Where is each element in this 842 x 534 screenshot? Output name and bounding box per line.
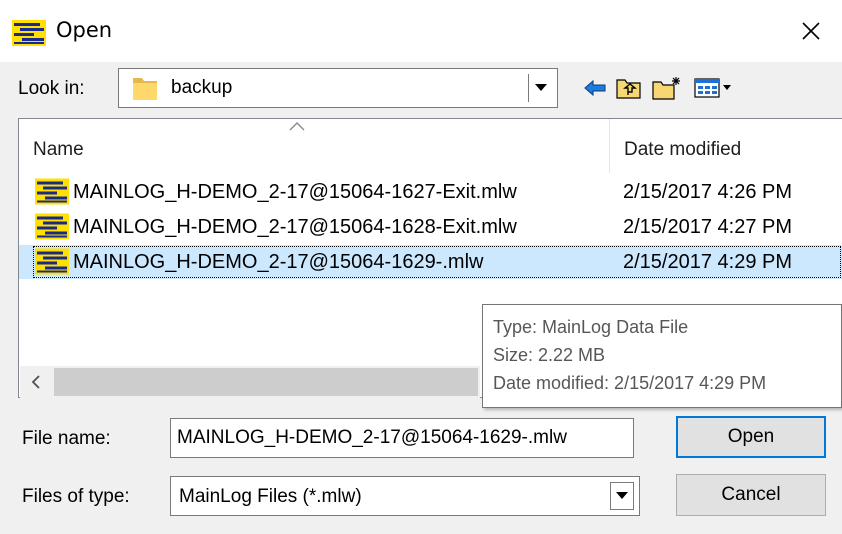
chevron-down-icon [616, 492, 628, 499]
title-bar: Open [0, 0, 842, 62]
filename-field[interactable] [170, 418, 634, 458]
filetype-value: MainLog Files (*.mlw) [179, 486, 362, 507]
tooltip-type: Type: MainLog Data File [493, 317, 689, 337]
scroll-left-button[interactable] [20, 366, 52, 398]
mainlog-file-icon [35, 248, 69, 275]
filetype-dropdown[interactable]: MainLog Files (*.mlw) [170, 476, 640, 516]
folder-up-icon [616, 79, 641, 99]
lookin-dropdown-arrow[interactable] [528, 74, 552, 102]
file-info-tooltip: Type: MainLog Data File Size: 2.22 MB Da… [482, 304, 842, 408]
window-title: Open [56, 18, 113, 42]
arrow-left-icon [584, 79, 606, 97]
file-date: 2/15/2017 4:27 PM [623, 216, 793, 238]
file-name: MAINLOG_H-DEMO_2-17@15064-1629-.mlw [73, 251, 484, 273]
lookin-label: Look in: [18, 78, 85, 99]
filename-label: File name: [22, 428, 111, 449]
file-date: 2/15/2017 4:26 PM [623, 181, 793, 203]
close-icon [802, 22, 820, 40]
scrollbar-thumb[interactable] [54, 368, 478, 396]
column-header-name[interactable]: Name [19, 119, 609, 173]
file-name: MAINLOG_H-DEMO_2-17@15064-1627-Exit.mlw [73, 181, 517, 203]
mainlog-file-icon [35, 213, 69, 240]
lookin-value: backup [171, 77, 233, 98]
chevron-left-icon [31, 375, 40, 389]
open-button[interactable]: Open [676, 416, 826, 458]
horizontal-scrollbar[interactable] [20, 366, 480, 398]
new-folder-button[interactable] [650, 74, 684, 102]
tooltip-date: Date modified: 2/15/2017 4:29 PM [493, 373, 767, 393]
mainlog-app-icon [12, 20, 46, 46]
sort-ascending-icon [289, 122, 305, 131]
file-date: 2/15/2017 4:29 PM [623, 251, 793, 273]
back-button[interactable] [580, 74, 610, 102]
up-folder-button[interactable] [614, 74, 644, 102]
new-folder-icon [652, 77, 680, 100]
filetype-label: Files of type: [22, 486, 130, 507]
filetype-dropdown-arrow[interactable] [610, 482, 634, 510]
column-header-date-modified[interactable]: Date modified [609, 119, 842, 173]
file-name: MAINLOG_H-DEMO_2-17@15064-1628-Exit.mlw [73, 216, 517, 238]
lookin-dropdown[interactable]: backup [118, 68, 558, 108]
close-button[interactable] [788, 8, 834, 54]
mainlog-file-icon [35, 178, 69, 205]
view-menu-button[interactable] [692, 74, 736, 102]
filename-input[interactable] [177, 427, 627, 449]
folder-icon [133, 78, 157, 100]
view-menu-icon [694, 78, 731, 98]
file-row-selected[interactable]: MAINLOG_H-DEMO_2-17@15064-1629-.mlw 2/15… [19, 245, 842, 279]
cancel-button[interactable]: Cancel [676, 474, 826, 516]
file-row[interactable]: MAINLOG_H-DEMO_2-17@15064-1628-Exit.mlw … [19, 210, 842, 244]
tooltip-size: Size: 2.22 MB [493, 345, 606, 365]
file-row[interactable]: MAINLOG_H-DEMO_2-17@15064-1627-Exit.mlw … [19, 175, 842, 209]
chevron-down-icon [534, 84, 547, 91]
